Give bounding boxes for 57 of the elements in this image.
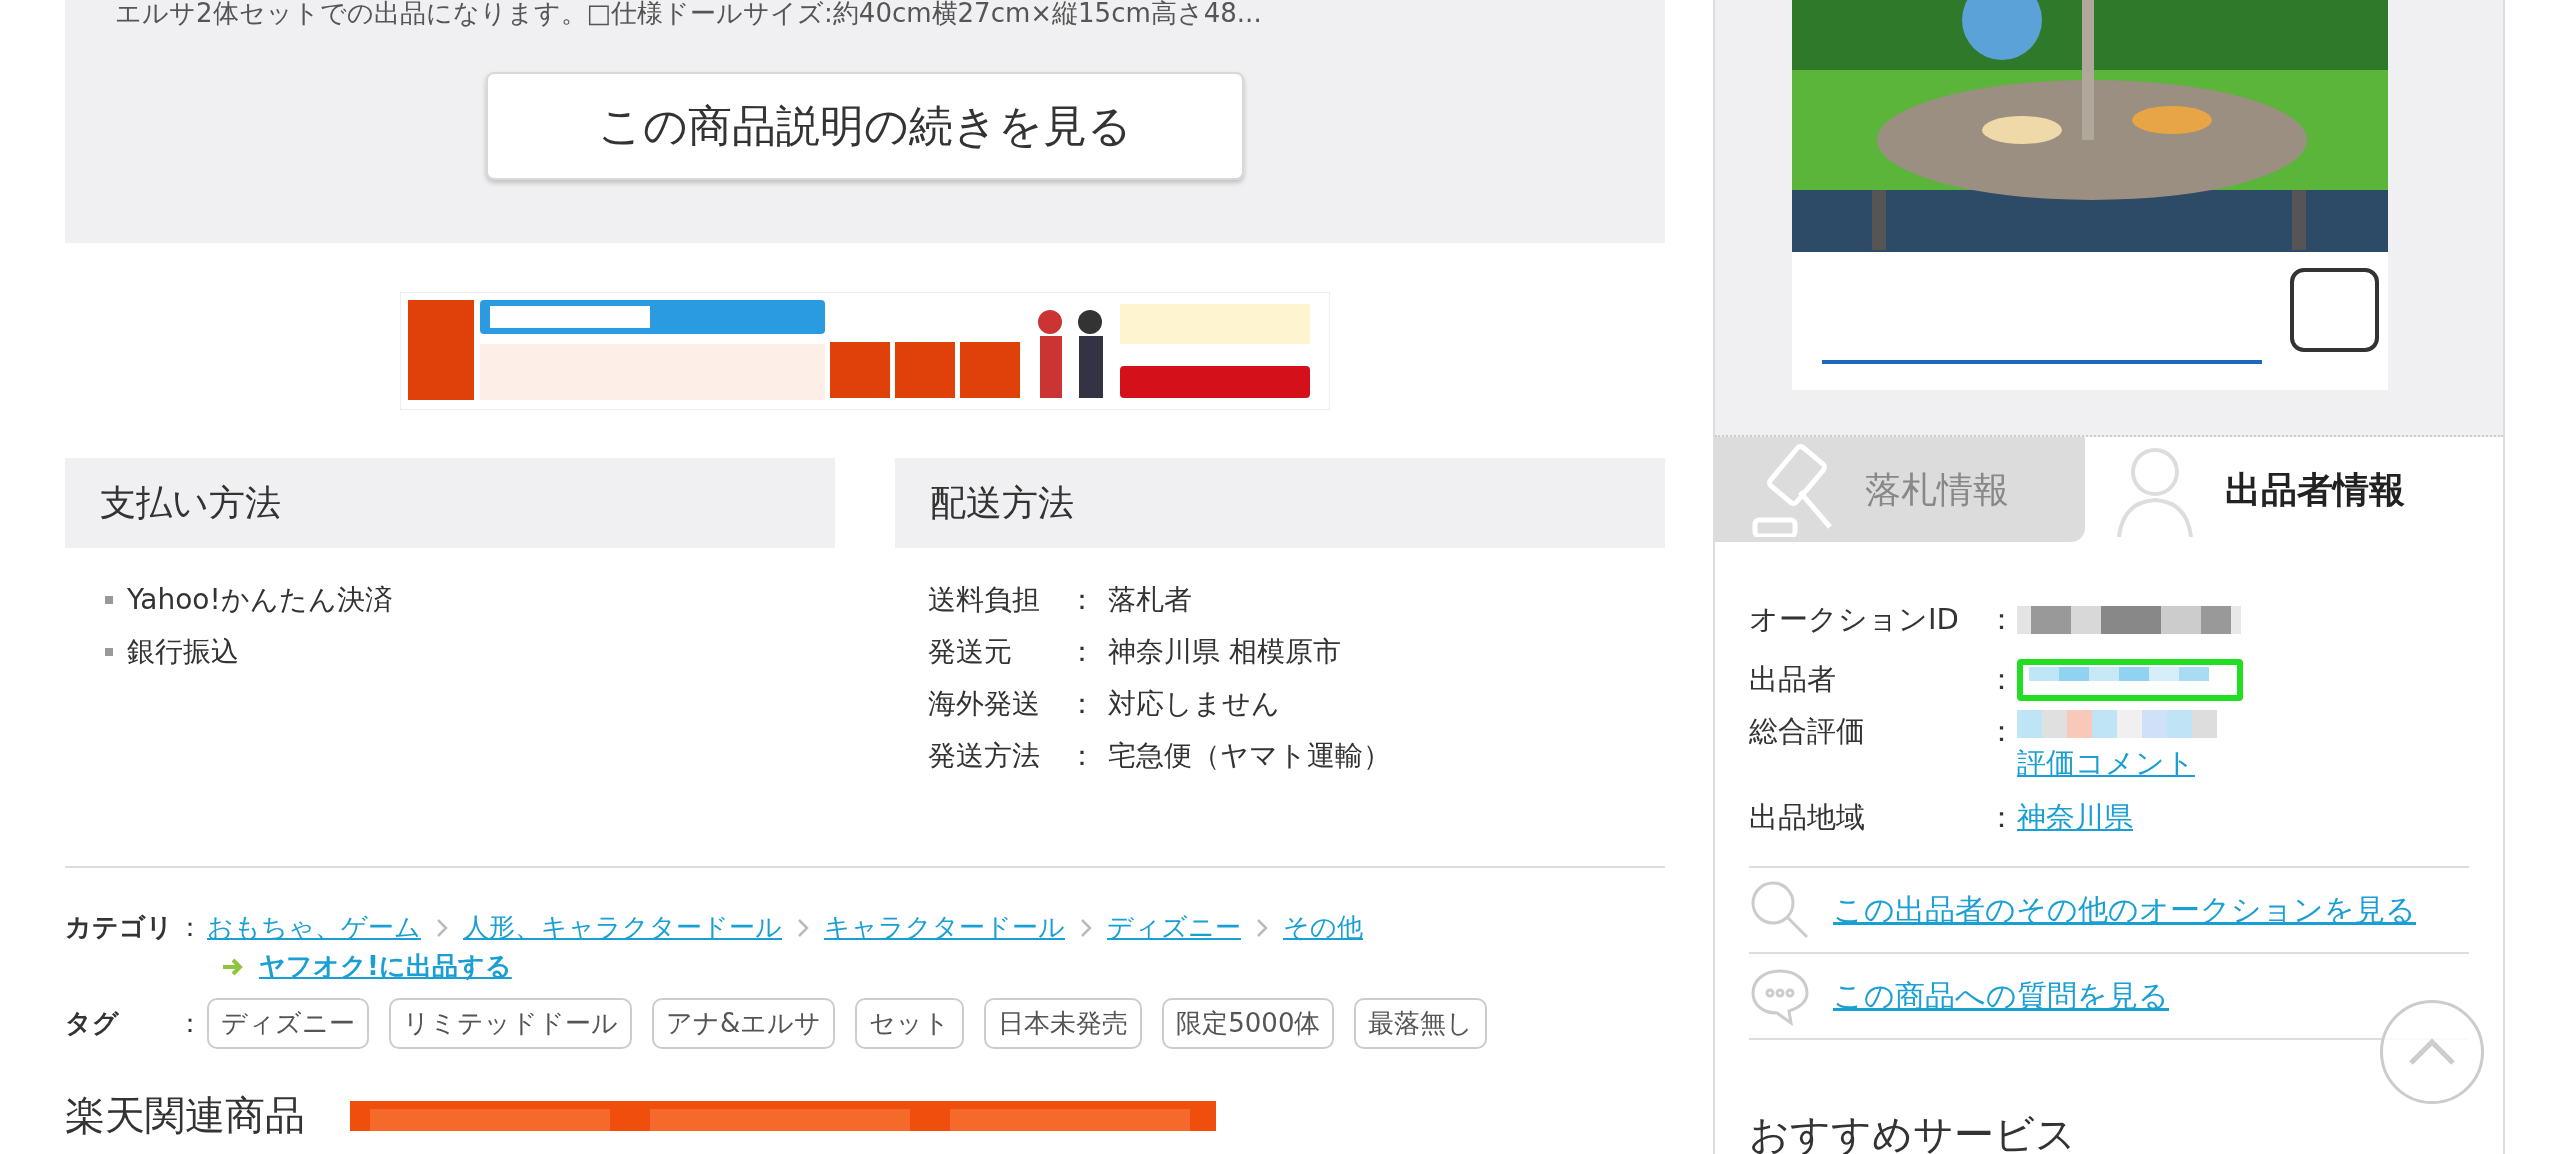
section-heading: 配送方法 <box>895 458 1665 548</box>
shipping-label: 発送方法 <box>928 738 1041 774</box>
colon: ： <box>1987 661 2017 699</box>
shipping-value: 落札者 <box>1108 582 1192 618</box>
colon: ： <box>177 911 204 944</box>
tab[interactable]: 落札情報 <box>1715 437 2085 542</box>
shipping-label: 発送元 <box>928 634 1013 670</box>
colon: ： <box>1068 686 1097 722</box>
shipping-value: 神奈川県 相模原市 <box>1108 634 1341 670</box>
description-text: エルサ2体セットでの出品になります。□仕様ドールサイズ:約40cm横27cm×縦15cm高さ48... <box>115 0 1263 26</box>
chevron-icon <box>435 916 449 939</box>
section-title: 楽天関連商品 <box>65 1091 305 1139</box>
breadcrumb-link[interactable]: ディズニー <box>1107 908 1241 947</box>
payment-method: Yahoo!かんたん決済 <box>127 582 393 618</box>
payment-method: 銀行振込 <box>127 634 239 670</box>
shipping-label: 海外発送 <box>928 686 1041 722</box>
info-label: 出品者 <box>1749 661 1837 699</box>
bullet-icon <box>105 648 113 656</box>
shipping-label: 送料負担 <box>928 582 1041 618</box>
colon: ： <box>1068 738 1097 774</box>
breadcrumb-link[interactable]: キャラクタードール <box>824 908 1065 947</box>
chevron-up-icon <box>2407 1037 2457 1067</box>
chevron-icon <box>796 916 810 939</box>
info-label: オークションID <box>1749 601 1960 639</box>
read-more-button[interactable]: この商品説明の続きを見る <box>486 72 1244 180</box>
colon: ： <box>177 1007 204 1040</box>
sell-link[interactable]: ヤフオク!に出品する <box>259 947 512 986</box>
tag-chip[interactable]: 日本未発売 <box>984 998 1143 1049</box>
breadcrumb-link[interactable]: おもちゃ、ゲーム <box>207 908 421 947</box>
seller-link[interactable]: この出品者のその他のオークションを見る <box>1833 887 2416 932</box>
category-label: カテゴリ <box>65 911 174 944</box>
chevron-icon <box>1255 916 1269 939</box>
info-label: 出品地域 <box>1749 798 1866 836</box>
tag-chip[interactable]: 最落無し <box>1354 998 1488 1049</box>
breadcrumb-link[interactable]: 人形、キャラクタードール <box>463 908 782 947</box>
section-heading: 支払い方法 <box>65 458 835 548</box>
tag-chip[interactable]: アナ&エルサ <box>652 998 836 1049</box>
colon: ： <box>1987 798 2017 836</box>
colon: ： <box>1068 634 1097 670</box>
arrow-icon <box>221 956 245 977</box>
shipping-value: 宅急便（ヤマト運輸） <box>1108 738 1391 774</box>
tag-chip[interactable]: 限定5000体 <box>1162 998 1335 1049</box>
bullet-icon <box>105 596 113 604</box>
rating-comment-link[interactable]: 評価コメント <box>2017 742 2217 786</box>
colon: ： <box>1987 601 2017 639</box>
tag-chip[interactable]: ディズニー <box>207 998 369 1049</box>
tag-chip[interactable]: セット <box>855 998 965 1049</box>
shipping-value: 対応しません <box>1108 686 1280 722</box>
tag-label: タグ <box>65 1007 120 1040</box>
seller-link[interactable]: この商品への質問を見る <box>1833 973 2169 1018</box>
colon: ： <box>1068 582 1097 618</box>
tag-chip[interactable]: リミテッドドール <box>389 998 632 1049</box>
info-label: 総合評価 <box>1749 713 1866 750</box>
colon: ： <box>1987 713 2017 750</box>
chevron-icon <box>1079 916 1093 939</box>
region-link[interactable]: 神奈川県 <box>2017 799 2133 834</box>
breadcrumb-link[interactable]: その他 <box>1283 908 1363 947</box>
